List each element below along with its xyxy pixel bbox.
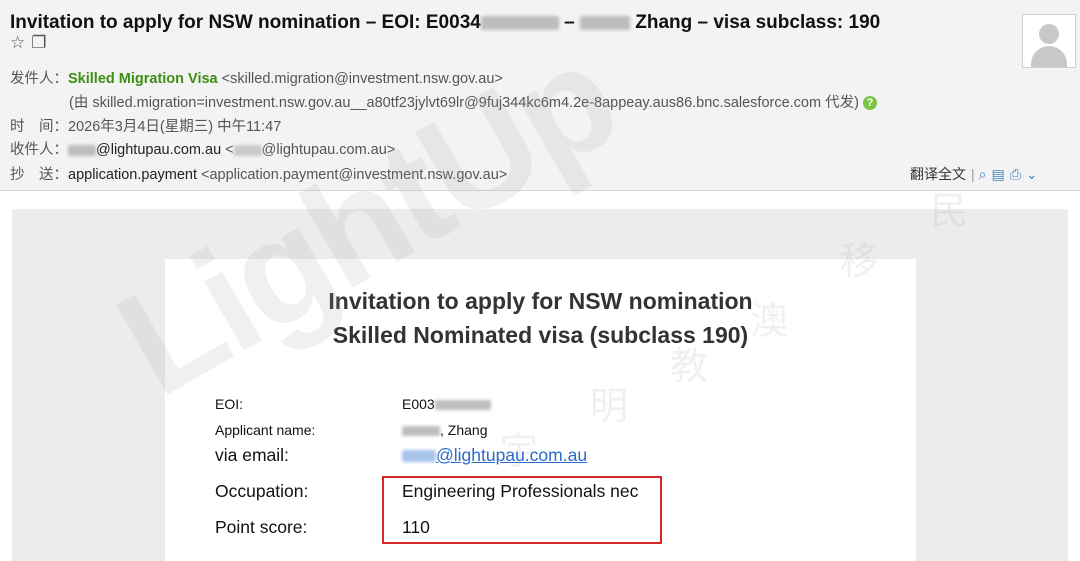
print-icon[interactable]: ⎙ — [1010, 166, 1021, 182]
subject-icons: ☆ ❐ — [10, 33, 53, 53]
sender-address: <skilled.migration@investment.nsw.gov.au… — [221, 71, 503, 87]
email-label: via email: — [215, 445, 289, 465]
letter-title-line1: Invitation to apply for NSW nomination — [328, 288, 753, 314]
applicant-label: Applicant name: — [215, 422, 316, 438]
occupation-label: Occupation: — [215, 481, 309, 501]
letter-title-line2: Skilled Nominated visa (subclass 190) — [332, 322, 749, 348]
sender-name[interactable]: Skilled Migration Visa — [68, 71, 218, 87]
avatar — [1022, 14, 1076, 68]
recipient-name[interactable]: @lightupau.com.au — [96, 142, 221, 158]
to-row: 收件人： @lightupau.com.au < @lightupau.com.au… — [10, 142, 396, 158]
email-toolbar: 翻译全文 | ⌕ ▤ ⎙ ⌄ — [910, 166, 1038, 182]
from-row: 发件人：Skilled Migration Visa <skilled.migr… — [10, 71, 503, 87]
time-row: 时 间：2026年3月4日(星期三) 中午11:47 — [10, 119, 282, 135]
verified-icon: ? — [862, 96, 877, 111]
points-label: Point score: — [215, 517, 308, 537]
email-subject: Invitation to apply for NSW nomination –… — [10, 12, 881, 33]
applicant-value: , Zhang — [402, 422, 487, 438]
time-value: 2026年3月4日(星期三) 中午11:47 — [68, 119, 282, 135]
email-header: Invitation to apply for NSW nomination –… — [0, 0, 1080, 191]
redacted-eoi — [480, 15, 559, 30]
email-link[interactable]: @lightupau.com.au — [436, 445, 587, 465]
recipient-address: @lightupau.com.au> — [261, 142, 396, 158]
redacted-to — [68, 144, 96, 156]
redacted-name — [579, 15, 630, 30]
eoi-value: E003 — [402, 396, 491, 412]
email-value[interactable]: @lightupau.com.au — [402, 445, 587, 466]
cc-name[interactable]: application.payment — [68, 167, 197, 183]
cc-row: 抄 送：application.payment <application.pay… — [10, 167, 508, 183]
star-icon[interactable]: ☆ — [10, 33, 25, 52]
cc-address: <application.payment@investment.nsw.gov.… — [196, 167, 508, 183]
search-icon[interactable]: ⌕ — [979, 166, 987, 182]
via-row: (由 skilled.migration=investment.nsw.gov.… — [69, 91, 877, 112]
via-text: (由 skilled.migration=investment.nsw.gov.… — [69, 95, 859, 111]
eoi-label: EOI: — [215, 396, 244, 412]
note-icon[interactable]: ▤ — [991, 166, 1004, 182]
popout-icon[interactable]: ❐ — [31, 33, 46, 52]
translate-button[interactable]: 翻译全文 — [910, 166, 966, 182]
chevron-down-icon[interactable]: ⌄ — [1026, 166, 1038, 182]
highlight-box — [382, 476, 662, 544]
